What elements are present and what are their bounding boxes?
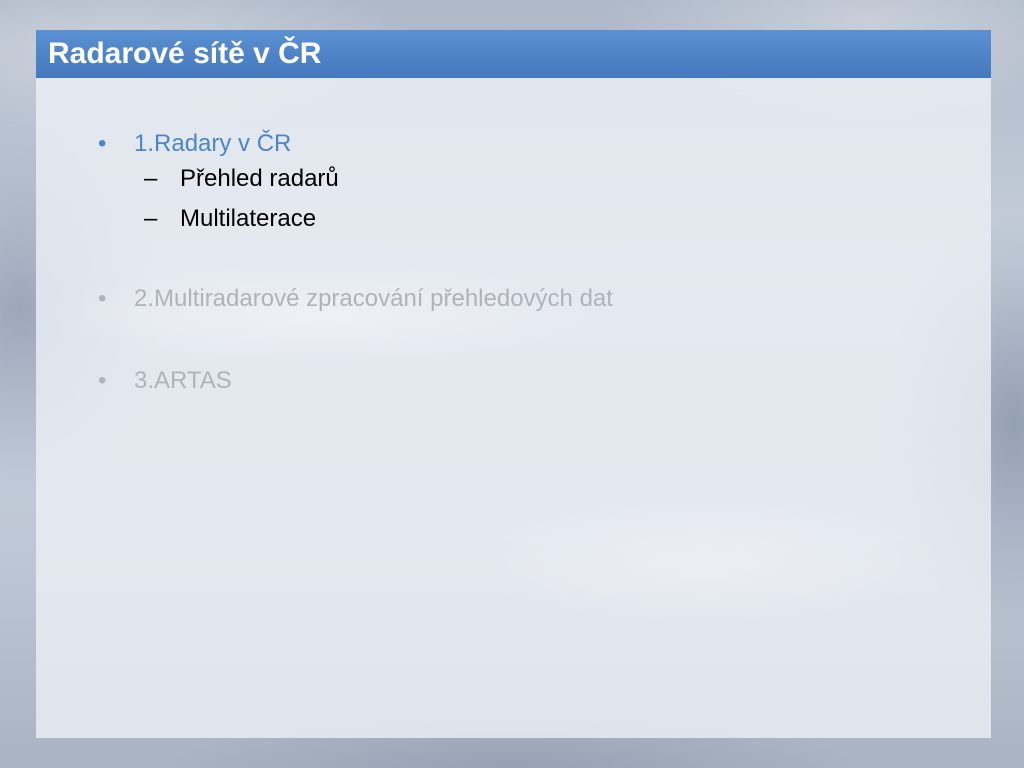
bullet-item-multiradarove: • 2.Multiradarové zpracování přehledovýc… [90, 285, 950, 314]
sub-item-label: Multilaterace [180, 204, 317, 232]
bullet-marker: • [98, 285, 107, 313]
slide-title-bar: Radarové sítě v ČR [36, 30, 991, 78]
bullet-marker: • [98, 367, 107, 395]
bullet-item-artas: • 3.ARTAS [90, 367, 950, 396]
bullet-marker: • [98, 130, 107, 157]
sub-item-multilaterace: – Multilaterace [90, 205, 950, 234]
bullet-item-radary: • 1.Radary v ČR [90, 130, 950, 159]
bullet-item-label: 1.Radary v ČR [134, 130, 292, 157]
sub-item-label: Přehled radarů [180, 164, 339, 192]
bullet-item-label: 2.Multiradarové zpracování přehledových … [134, 285, 613, 313]
dash-marker: – [144, 204, 158, 232]
dash-marker: – [144, 164, 158, 192]
slide-title: Radarové sítě v ČR [48, 37, 322, 70]
bullet-item-label: 3.ARTAS [134, 367, 232, 395]
sub-item-prehled-radaru: – Přehled radarů [90, 165, 950, 194]
slide-bullet-list: • 1.Radary v ČR – Přehled radarů – Multi… [90, 130, 950, 396]
